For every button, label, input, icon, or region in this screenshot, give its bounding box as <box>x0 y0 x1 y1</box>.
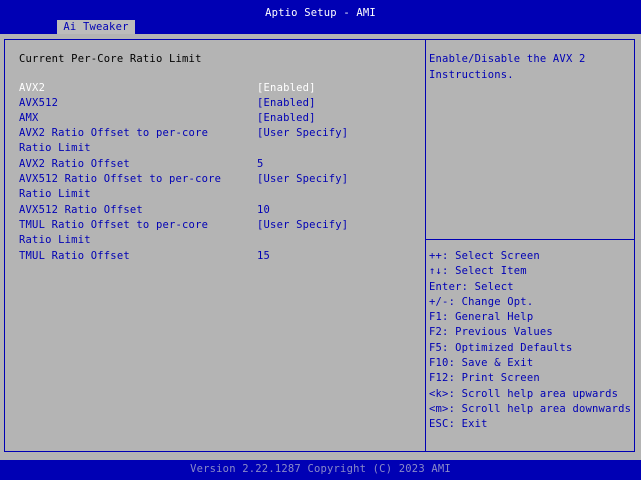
setting-value[interactable]: 15 <box>257 250 270 262</box>
key-hint: +/-: Change Opt. <box>429 295 534 308</box>
setting-value[interactable]: [User Specify] <box>257 127 348 139</box>
setting-value[interactable]: 5 <box>257 158 264 170</box>
help-divider <box>426 239 635 240</box>
setting-label: AVX512 Ratio Offset to per-core <box>19 173 222 185</box>
key-hint: F5: Optimized Defaults <box>429 341 573 354</box>
help-line: Instructions. <box>429 68 514 81</box>
help-line: Enable/Disable the AVX 2 <box>429 53 586 65</box>
setting-value[interactable]: [User Specify] <box>257 173 348 185</box>
setting-value[interactable]: [Enabled] <box>257 97 316 109</box>
setting-label: TMUL Ratio Offset <box>19 250 130 262</box>
key-hint: ++: Select Screen <box>429 250 540 262</box>
key-hint: F2: Previous Values <box>429 326 553 339</box>
setting-value[interactable]: [User Specify] <box>257 219 348 231</box>
setting-label: TMUL Ratio Offset to per-core <box>19 219 209 231</box>
tab-ai-tweaker[interactable]: Ai Tweaker <box>57 20 135 34</box>
key-hint: ESC: Exit <box>429 418 488 431</box>
version-text: Version 2.22.1287 Copyright (C) 2023 AMI <box>190 463 451 475</box>
setting-label: Ratio Limit <box>19 188 91 200</box>
key-hint: F1: General Help <box>429 311 534 324</box>
setting-value[interactable]: 10 <box>257 204 270 216</box>
setting-label: Ratio Limit <box>19 234 91 246</box>
help-text: Enable/Disable the AVX 2 Instructions. <box>429 52 629 83</box>
setting-value[interactable]: [Enabled] <box>257 112 316 124</box>
key-hint: Enter: Select <box>429 280 514 293</box>
setting-label: Ratio Limit <box>19 142 91 154</box>
key-hint: F10: Save & Exit <box>429 357 534 370</box>
setting-label: AVX2 Ratio Offset to per-core <box>19 127 209 139</box>
key-hint: ↑↓: Select Item <box>429 265 527 278</box>
app-title: Aptio Setup - AMI <box>265 7 376 19</box>
setting-label: AVX2 <box>19 82 46 94</box>
setting-label: AVX512 <box>19 97 59 109</box>
setting-value[interactable]: [Enabled] <box>257 82 316 94</box>
key-hint: F12: Print Screen <box>429 372 540 385</box>
main-panel: Current Per-Core Ratio Limit AVX2 [Enabl… <box>0 34 641 460</box>
key-legend: ++: Select Screen ↑↓: Select Item Enter:… <box>429 249 631 433</box>
footer-bar: Version 2.22.1287 Copyright (C) 2023 AMI <box>0 460 641 480</box>
header-bar: Aptio Setup - AMI Ai Tweaker <box>0 0 641 34</box>
setting-label: AMX <box>19 112 39 124</box>
key-hint: <k>: Scroll help area upwards <box>429 387 619 400</box>
setting-label: AVX2 Ratio Offset <box>19 158 130 170</box>
vertical-divider <box>425 39 426 452</box>
setting-label: AVX512 Ratio Offset <box>19 204 143 216</box>
key-hint: <m>: Scroll help area downwards <box>429 402 632 415</box>
section-title: Current Per-Core Ratio Limit <box>19 53 202 65</box>
